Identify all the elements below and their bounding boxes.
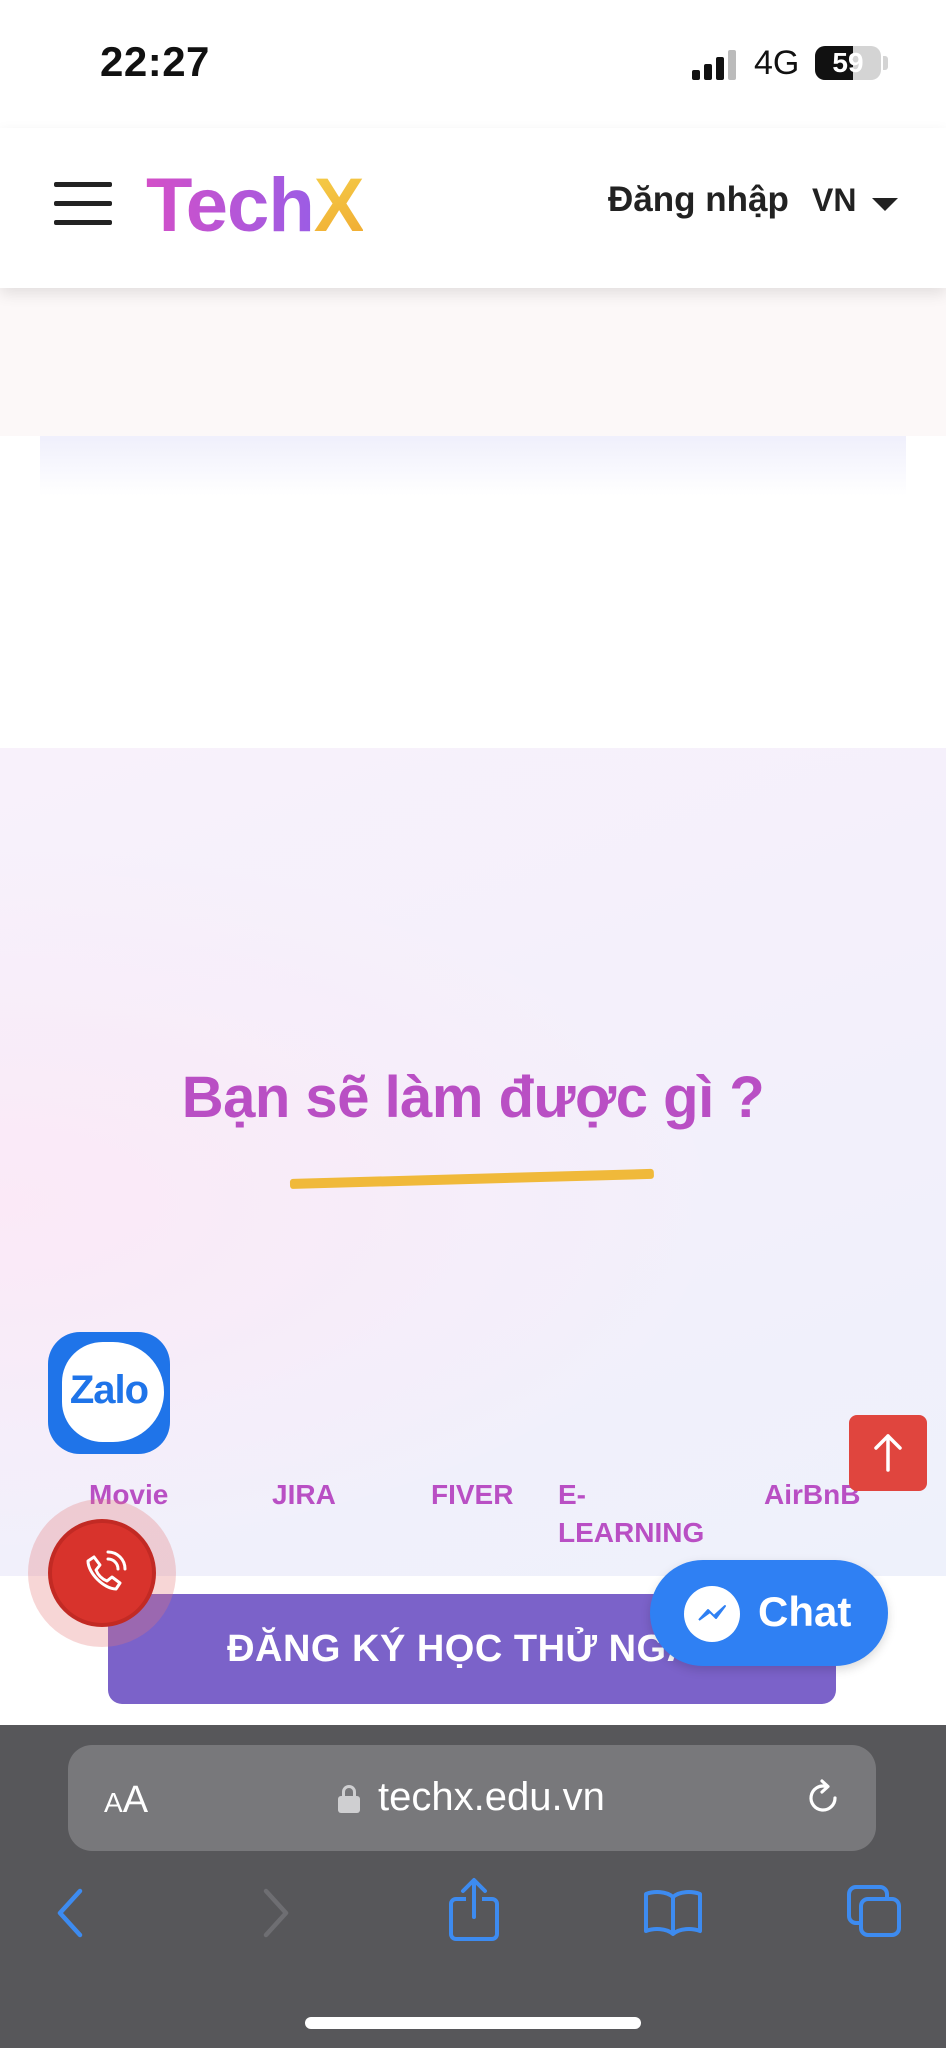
arrow-up-icon xyxy=(874,1434,902,1472)
zalo-button[interactable]: Zalo xyxy=(48,1332,170,1454)
login-link[interactable]: Đăng nhập xyxy=(608,180,789,220)
tab-jira[interactable]: JIRA xyxy=(272,1476,336,1514)
battery-tip xyxy=(883,56,888,70)
battery-icon: 59 xyxy=(815,46,881,80)
phone-icon xyxy=(86,1550,127,1591)
browser-toolbar: AA techx.edu.vn xyxy=(0,1725,946,2048)
back-icon[interactable] xyxy=(50,1885,90,1941)
text-size-big: A xyxy=(122,1779,149,1821)
logo-x: X xyxy=(313,163,365,248)
tabs-icon[interactable] xyxy=(845,1883,903,1939)
share-icon[interactable] xyxy=(446,1877,502,1943)
site-header: TechX Đăng nhập VN xyxy=(0,128,946,288)
menu-icon[interactable] xyxy=(54,182,112,226)
cellular-signal-icon xyxy=(692,50,738,80)
card-shadow xyxy=(40,436,906,496)
tab-airbnb[interactable]: AirBnB xyxy=(764,1476,860,1514)
tab-fiver[interactable]: FIVER xyxy=(431,1476,513,1514)
title-underline xyxy=(289,1168,654,1189)
forward-icon[interactable] xyxy=(256,1885,296,1941)
call-button-inner xyxy=(48,1519,156,1627)
tab-e-learning[interactable]: E- LEARNING xyxy=(558,1476,704,1552)
caret-down-icon[interactable] xyxy=(872,198,898,211)
messenger-icon xyxy=(684,1586,740,1642)
battery-level: 59 xyxy=(832,47,864,78)
zalo-label: Zalo xyxy=(69,1368,149,1412)
text-size-button[interactable]: AA xyxy=(104,1779,148,1822)
bookmarks-icon[interactable] xyxy=(642,1887,704,1937)
call-button[interactable] xyxy=(28,1499,176,1647)
messenger-chat-button[interactable]: Chat xyxy=(650,1560,888,1666)
status-bar: 22:27 4G 59 xyxy=(0,0,946,128)
language-selector[interactable]: VN xyxy=(812,182,856,219)
url-text[interactable]: techx.edu.vn xyxy=(378,1775,605,1820)
address-bar[interactable]: AA techx.edu.vn xyxy=(68,1745,876,1851)
back-to-top-button[interactable] xyxy=(849,1415,927,1491)
status-time: 22:27 xyxy=(100,38,210,85)
logo-tech: Tech xyxy=(146,163,315,248)
text-size-small: A xyxy=(104,1787,123,1818)
banner-area xyxy=(0,288,946,436)
home-indicator xyxy=(305,2017,641,2029)
reload-icon[interactable] xyxy=(802,1777,844,1819)
section-title: Bạn sẽ làm được gì ? xyxy=(181,1065,765,1130)
lock-icon xyxy=(338,1785,360,1813)
techx-logo[interactable]: TechX xyxy=(146,162,365,249)
chat-label: Chat xyxy=(758,1588,852,1635)
network-type: 4G xyxy=(754,44,800,82)
